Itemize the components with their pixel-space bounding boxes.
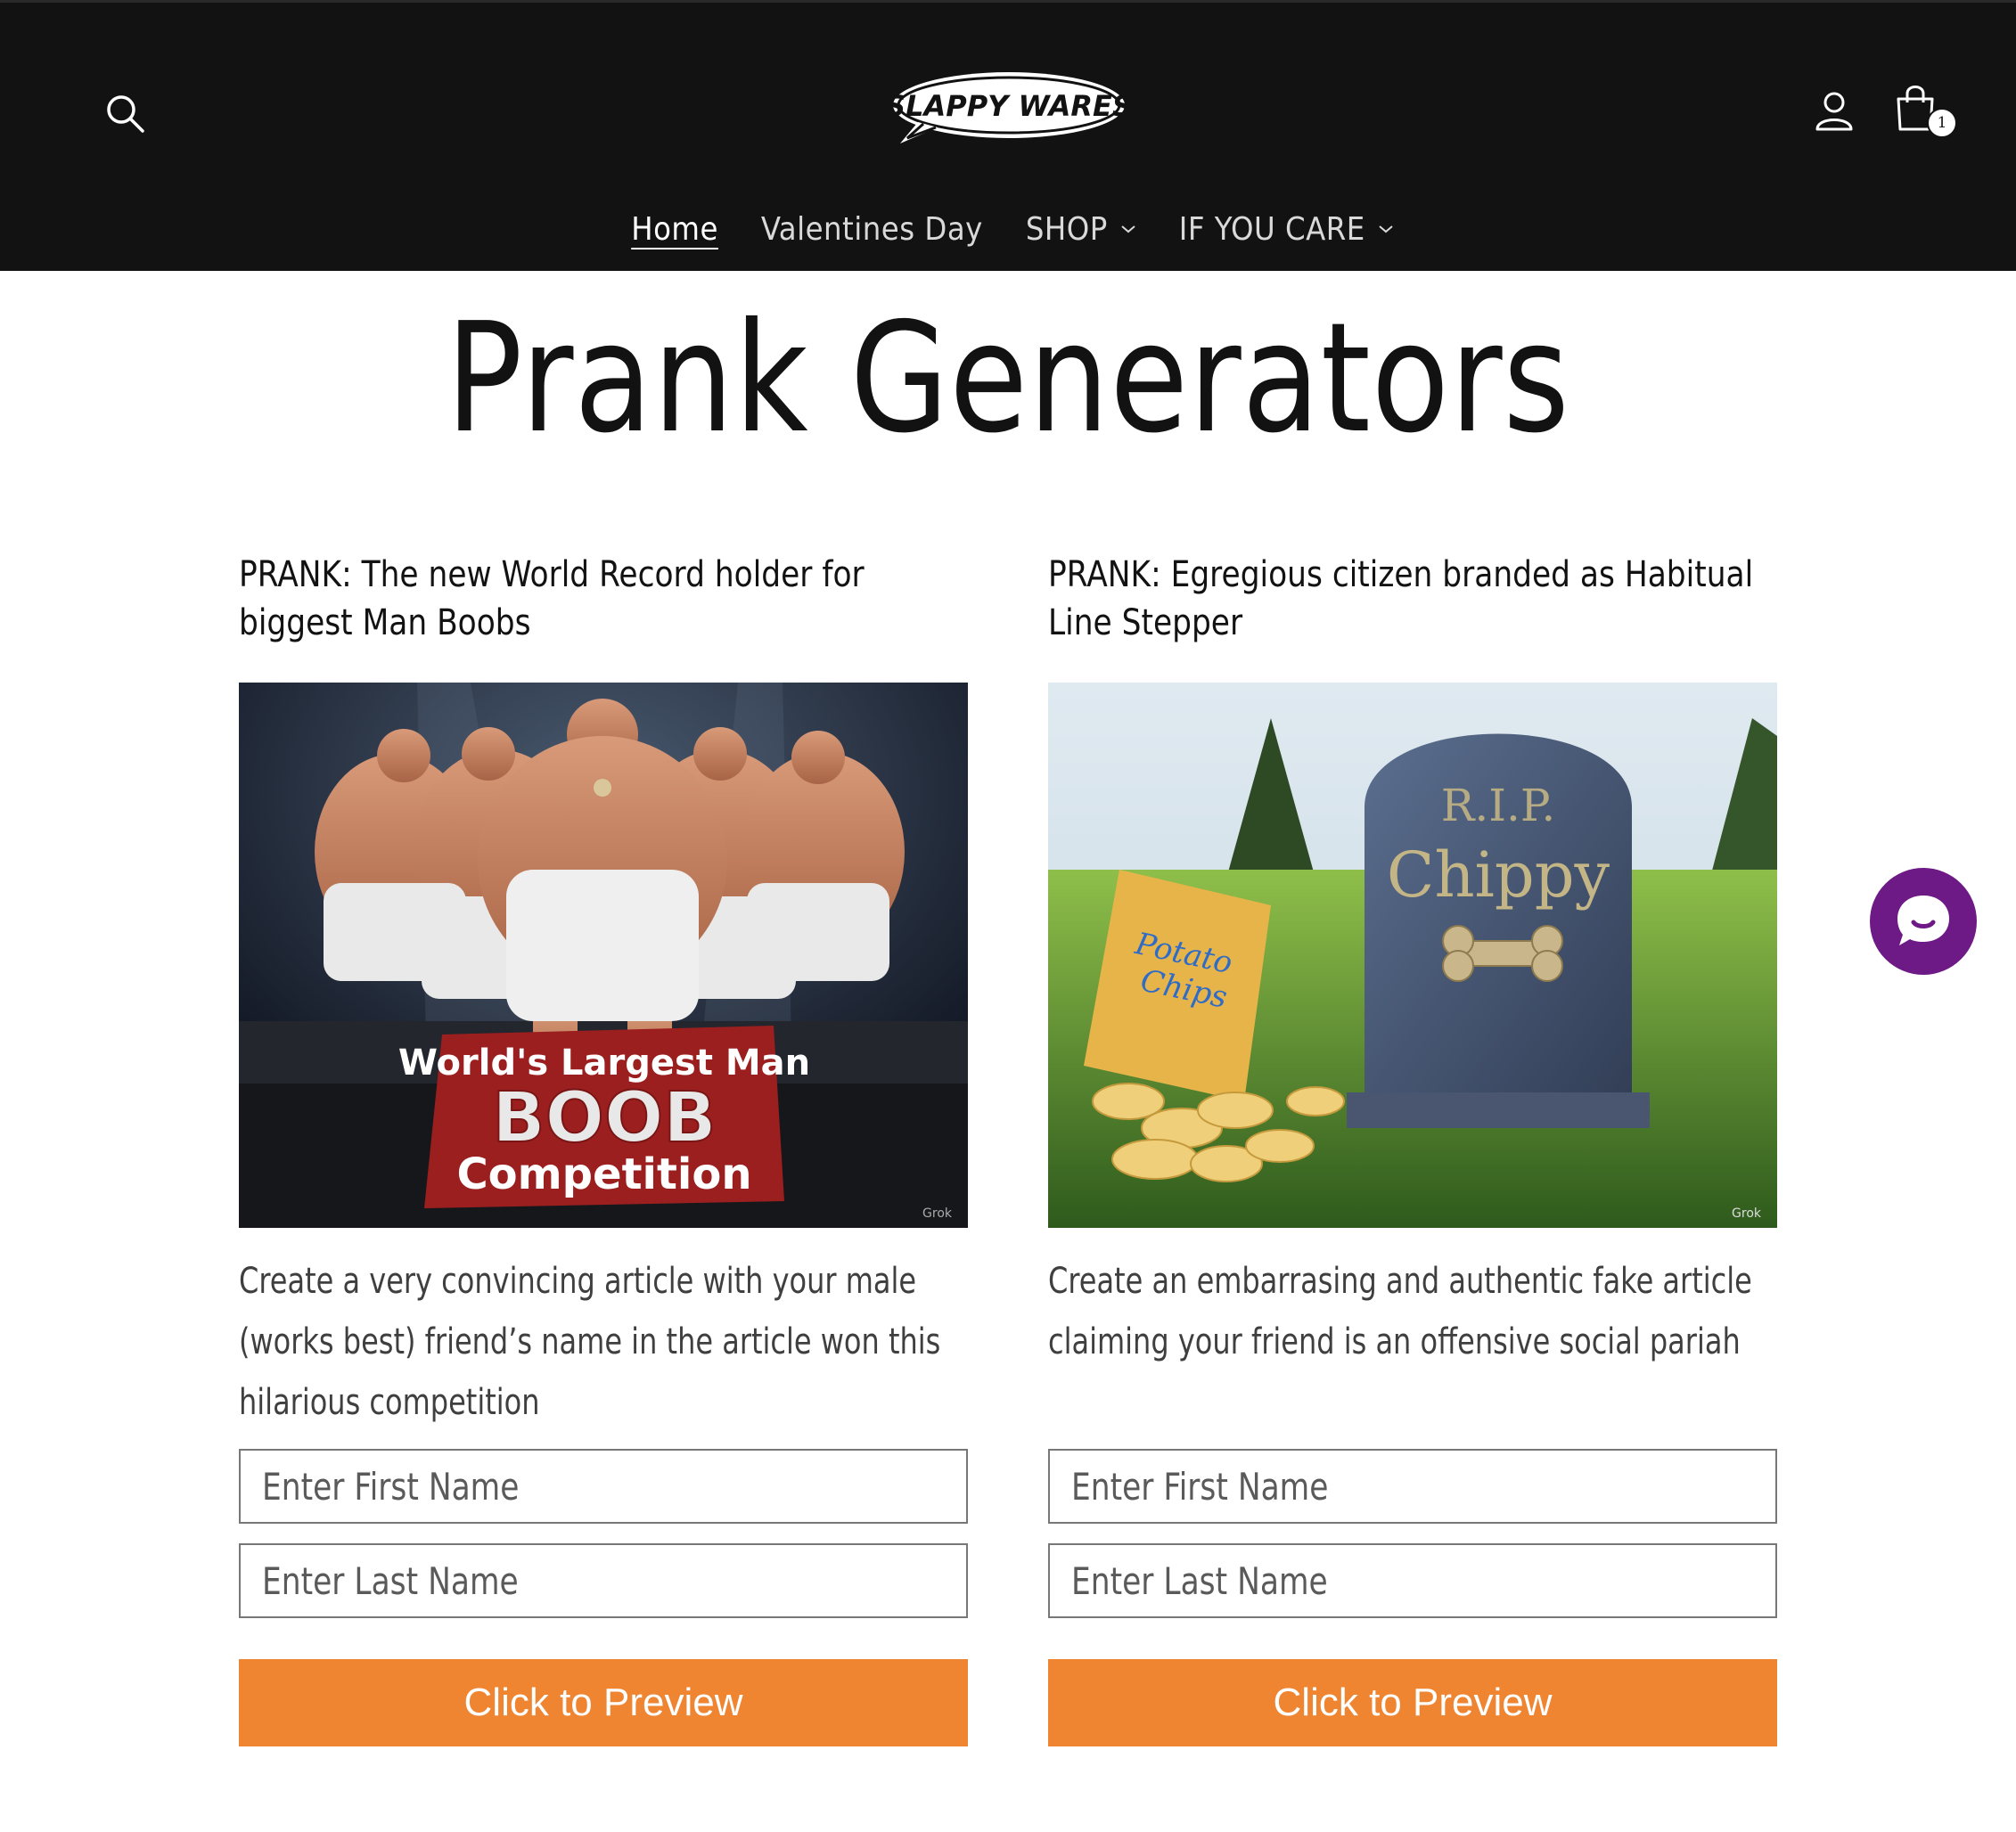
- nav-item-label: Home: [631, 210, 718, 248]
- last-name-input[interactable]: Enter Last Name: [239, 1543, 968, 1618]
- prank-card-image: R.I.P. Chippy Potato Chips Grok: [1048, 683, 1777, 1228]
- cart-count-badge: 1: [1927, 108, 1957, 138]
- nav-item-shop[interactable]: SHOP: [1004, 204, 1158, 254]
- image-watermark: Grok: [1732, 1206, 1762, 1221]
- nav-item-label: IF YOU CARE: [1178, 210, 1365, 248]
- prank-card: PRANK: The new World Record holder for b…: [239, 551, 968, 1746]
- main-nav: Home Valentines Day SHOP IF YOU CARE: [0, 204, 2016, 254]
- first-name-placeholder: Enter First Name: [262, 1464, 520, 1509]
- preview-button[interactable]: Click to Preview: [1048, 1659, 1777, 1746]
- prank-card-title: PRANK: The new World Record holder for b…: [239, 554, 865, 643]
- cart-button[interactable]: 1: [1886, 78, 1957, 145]
- prank-card: PRANK: Egregious citizen branded as Habi…: [1048, 551, 1777, 1746]
- search-button[interactable]: [96, 85, 153, 142]
- last-name-placeholder: Enter Last Name: [1071, 1558, 1328, 1603]
- nav-item-if-you-care[interactable]: IF YOU CARE: [1158, 204, 1415, 254]
- account-icon: [1815, 92, 1853, 131]
- nav-item-home[interactable]: Home: [610, 204, 740, 254]
- logo-text: SLAPPY WARES: [888, 89, 1130, 123]
- image-banner-line2: BOOB: [492, 1078, 717, 1158]
- nav-item-label: Valentines Day: [760, 210, 983, 248]
- tombstone-line2: Chippy: [1387, 838, 1610, 912]
- account-button[interactable]: [1806, 83, 1863, 140]
- chat-widget-button[interactable]: [1870, 868, 1977, 975]
- nav-item-label: SHOP: [1025, 210, 1108, 248]
- prank-card-description: Create an embarrasing and authentic fake…: [1048, 1261, 1752, 1362]
- prank-card-image: World's Largest Man BOOB Competition Gro…: [239, 683, 968, 1228]
- chat-icon: [1897, 896, 1949, 945]
- image-banner-line3: Competition: [456, 1149, 751, 1199]
- first-name-placeholder: Enter First Name: [1071, 1464, 1329, 1509]
- first-name-input[interactable]: Enter First Name: [1048, 1449, 1777, 1524]
- preview-button[interactable]: Click to Preview: [239, 1659, 968, 1746]
- nav-item-valentines-day[interactable]: Valentines Day: [740, 204, 1004, 254]
- last-name-placeholder: Enter Last Name: [262, 1558, 519, 1603]
- image-watermark: Grok: [922, 1206, 953, 1221]
- chevron-down-icon: [1121, 225, 1135, 233]
- site-logo[interactable]: SLAPPY WARES: [885, 67, 1133, 147]
- page-title: Prank Generators: [446, 290, 1570, 467]
- search-icon: [107, 95, 144, 133]
- last-name-input[interactable]: Enter Last Name: [1048, 1543, 1777, 1618]
- prank-card-title: PRANK: Egregious citizen branded as Habi…: [1048, 554, 1754, 643]
- site-header: SLAPPY WARES 1 Home Valentines Day SHOP: [0, 0, 2016, 271]
- tombstone-line1: R.I.P.: [1441, 780, 1556, 831]
- prank-card-description: Create a very convincing article with yo…: [239, 1261, 941, 1423]
- first-name-input[interactable]: Enter First Name: [239, 1449, 968, 1524]
- chevron-down-icon: [1379, 225, 1393, 233]
